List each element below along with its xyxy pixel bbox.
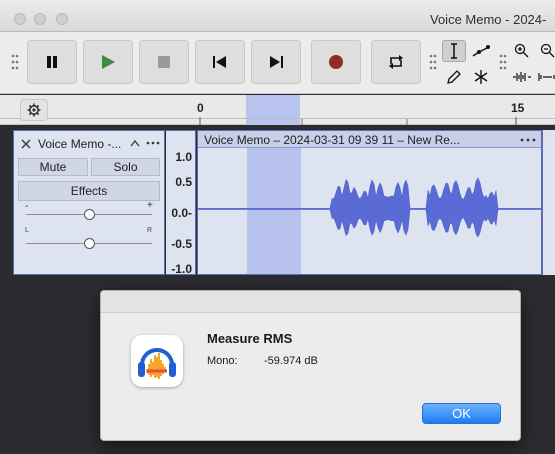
amplitude-scale: 1.0 0.5 0.0- -0.5 -1.0 [166, 130, 196, 276]
dialog-title: Measure RMS [207, 331, 293, 346]
selection-tool-button[interactable] [442, 40, 466, 62]
loop-icon [389, 55, 403, 69]
trim-audio-button[interactable] [510, 66, 534, 88]
close-track-icon[interactable] [21, 139, 31, 149]
play-icon [102, 55, 115, 69]
effects-button[interactable]: Effects [18, 181, 160, 201]
pan-right-label: R [147, 227, 153, 234]
stop-icon [158, 56, 170, 68]
skip-to-start-icon [213, 56, 226, 68]
zoom-out-button[interactable] [536, 40, 555, 62]
transport-toolbar [0, 32, 555, 94]
scale-label: -1.0 [171, 262, 192, 276]
ok-button[interactable]: OK [422, 403, 501, 424]
window-title: Voice Memo - 2024- [430, 12, 547, 27]
track-name[interactable]: Voice Memo -... [38, 137, 121, 151]
scale-label: 0.5 [175, 175, 192, 189]
stop-button[interactable] [139, 40, 189, 84]
pause-icon [47, 56, 57, 68]
skip-to-start-button[interactable] [195, 40, 245, 84]
envelope-tool-button[interactable] [469, 40, 493, 62]
toolbar-grip-icon[interactable] [11, 52, 19, 72]
rms-value: -59.974 dB [264, 355, 318, 367]
scale-label: 0.0- [171, 206, 192, 220]
zoom-window-button[interactable] [56, 13, 68, 25]
track-right-edge [542, 130, 555, 275]
pan-left-label: L [25, 227, 29, 234]
pan-slider-knob[interactable] [84, 238, 95, 249]
silence-audio-button[interactable] [536, 66, 555, 88]
collapse-track-icon[interactable] [130, 139, 140, 147]
gain-slider-knob[interactable] [84, 209, 95, 220]
record-button[interactable] [311, 40, 361, 84]
minimize-window-button[interactable] [34, 13, 46, 25]
play-button[interactable] [83, 40, 133, 84]
gain-max-label: + [147, 200, 153, 211]
clip-header[interactable]: Voice Memo – 2024-03-31 09 39 11 – New R… [198, 131, 541, 148]
silence-audio-icon [538, 73, 555, 81]
dialog-title-bar [101, 291, 520, 313]
skip-to-end-button[interactable] [251, 40, 301, 84]
waveform [198, 177, 541, 238]
audacity-app-icon [131, 335, 183, 387]
gear-icon [27, 103, 41, 117]
ruler-tick-label: 15 [511, 101, 525, 115]
zoom-out-icon [540, 43, 555, 58]
solo-button[interactable]: Solo [91, 158, 160, 176]
audio-clip[interactable]: Voice Memo – 2024-03-31 09 39 11 – New R… [197, 130, 542, 275]
title-bar: Voice Memo - 2024- [0, 0, 555, 32]
scale-label: -0.5 [171, 237, 192, 251]
track-control-panel[interactable]: Voice Memo -... Mute Solo Effects - + L … [13, 130, 165, 275]
i-beam-icon [451, 43, 457, 59]
rms-channel-label: Mono: [207, 355, 238, 367]
mute-button[interactable]: Mute [18, 158, 88, 176]
skip-to-end-icon [270, 56, 283, 68]
audacity-logo-icon [138, 348, 176, 379]
scale-label: 1.0 [175, 150, 192, 164]
edit-toolbar-grip-icon[interactable] [499, 52, 507, 72]
asterisk-icon [474, 70, 488, 84]
pause-button[interactable] [27, 40, 77, 84]
audacity-window: Voice Memo - 2024- 0 15 Voice Memo -... … [0, 0, 555, 454]
clip-menu-icon[interactable] [520, 138, 536, 142]
trim-audio-icon [513, 72, 531, 82]
measure-rms-dialog: Measure RMS Mono: -59.974 dB OK [100, 290, 521, 441]
track-menu-icon[interactable] [146, 141, 160, 145]
ruler-ticks [199, 117, 517, 125]
clip-title: Voice Memo – 2024-03-31 09 39 11 – New R… [204, 133, 460, 147]
draw-tool-button[interactable] [442, 66, 466, 88]
multi-tool-button[interactable] [469, 66, 493, 88]
zoom-in-button[interactable] [510, 40, 534, 62]
record-icon [329, 55, 343, 69]
envelope-icon [472, 45, 490, 57]
zoom-in-icon [514, 43, 529, 58]
tracks-area: Voice Memo -... Mute Solo Effects - + L … [0, 126, 555, 276]
gain-min-label: - [25, 201, 29, 212]
ruler-tick-label: 0 [197, 101, 204, 115]
pencil-icon [447, 70, 461, 84]
timeline-ruler[interactable]: 0 15 [0, 95, 555, 125]
tools-toolbar-grip-icon[interactable] [429, 52, 437, 72]
loop-button[interactable] [371, 40, 421, 84]
close-window-button[interactable] [14, 13, 26, 25]
